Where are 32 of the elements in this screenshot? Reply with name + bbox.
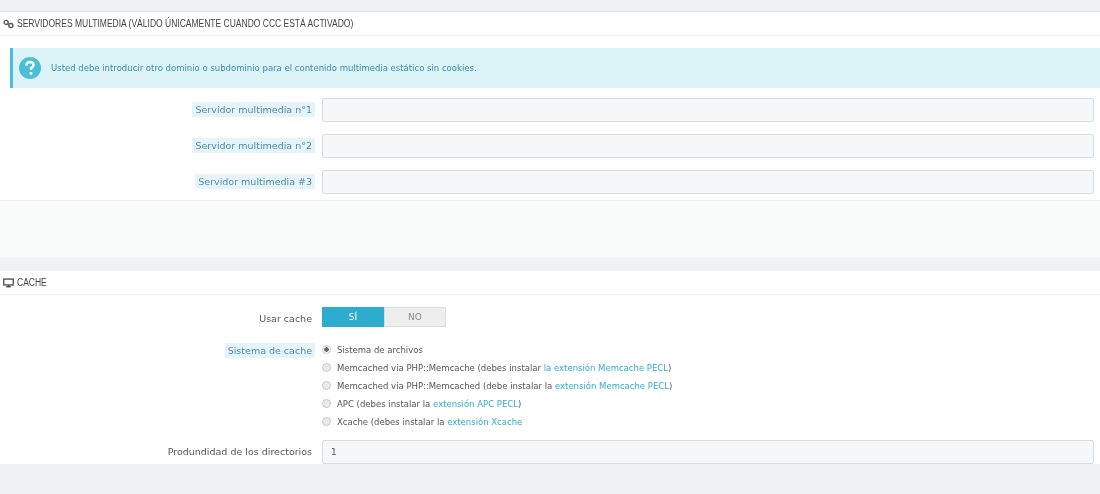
radio-button[interactable] bbox=[322, 345, 331, 354]
radio-button[interactable] bbox=[322, 363, 331, 372]
panel-title: CACHE bbox=[17, 277, 47, 288]
radio-label: APC (debes instalar la extensión APC PECL) bbox=[337, 398, 522, 409]
radio-button[interactable] bbox=[322, 399, 331, 408]
field-label: Servidor multimedia #3 bbox=[195, 174, 315, 189]
link[interactable]: extensión Memcache PECL bbox=[554, 380, 669, 391]
toggle-option[interactable]: NO bbox=[384, 307, 446, 327]
field-label: Sistema de cache bbox=[224, 343, 315, 358]
radio-label: Memcached via PHP::Memcached (debe instalar la extensión Memcache PECL) bbox=[337, 380, 673, 391]
radio-label: Memcached via PHP::Memcache (debes instalar la extensión Memcache PECL) bbox=[337, 362, 672, 373]
link[interactable]: extensión APC PECL bbox=[433, 398, 518, 409]
input-field[interactable] bbox=[322, 170, 1094, 194]
link-icon bbox=[3, 18, 14, 29]
field-label: Servidor multimedia n°2 bbox=[192, 138, 315, 153]
input-field[interactable]: 1 bbox=[322, 440, 1094, 464]
radio-label: Xcache (debes instalar la extensión Xcache bbox=[337, 416, 523, 427]
field-label: Produndidad de los directorios bbox=[166, 445, 313, 459]
monitor-icon bbox=[3, 277, 14, 288]
radio-button[interactable] bbox=[322, 381, 331, 390]
toggle-option[interactable]: SÍ bbox=[322, 307, 384, 327]
radio-button[interactable] bbox=[322, 417, 331, 426]
help-icon bbox=[19, 57, 41, 79]
link[interactable]: la extensión Memcache PECL bbox=[543, 362, 668, 373]
field-label: Usar cache bbox=[258, 312, 313, 326]
field-label: Servidor multimedia n°1 bbox=[192, 102, 315, 117]
alert-message: Usted debe introducir otro dominio o subdominio para el contenido multimedia estático sin cookies. bbox=[51, 63, 477, 73]
input-field[interactable] bbox=[322, 98, 1094, 122]
link[interactable]: extensión Xcache bbox=[447, 416, 523, 427]
panel-title: SERVIDORES MULTIMEDIA (VÁLIDO ÚNICAMENTE CUANDO CCC ESTÁ ACTIVADO) bbox=[17, 18, 354, 29]
radio-label: Sistema de archivos bbox=[337, 344, 423, 355]
input-field[interactable] bbox=[322, 134, 1094, 158]
